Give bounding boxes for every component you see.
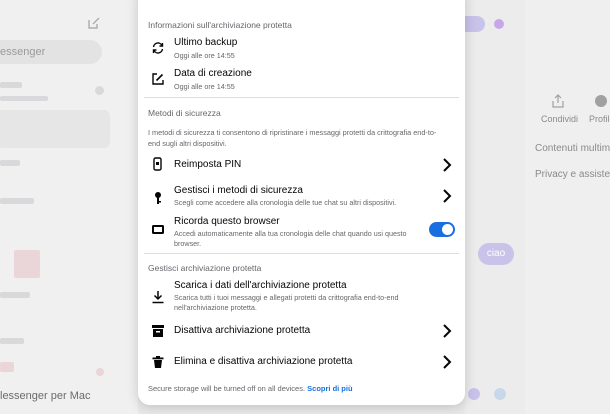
monitor-icon — [150, 222, 166, 238]
chat-list-panel: essenger lessenger per Mac — [0, 0, 138, 414]
security-description: I metodi di sicurezza ti consentono di r… — [148, 128, 437, 148]
remember-browser-toggle[interactable] — [429, 222, 455, 237]
manage-methods-title: Gestisci i metodi di sicurezza — [174, 185, 303, 196]
chevron-right-icon — [443, 158, 452, 172]
compose-icon[interactable] — [88, 17, 100, 29]
disable-storage-title: Disattiva archiviazione protetta — [174, 325, 311, 336]
avatar — [96, 368, 104, 376]
list-item[interactable] — [0, 160, 20, 166]
app-footer-label: lessenger per Mac — [0, 390, 91, 402]
download-icon — [150, 289, 166, 305]
divider — [144, 253, 459, 254]
secure-storage-dialog: Informazioni sull'archiviazione protetta… — [138, 0, 465, 405]
list-item[interactable] — [14, 250, 40, 278]
conversation-panel: ciao — [465, 0, 525, 414]
delete-storage-title: Elimina e disattiva archiviazione protet… — [174, 356, 353, 367]
section-title-info: Informazioni sull'archiviazione protetta — [148, 20, 292, 30]
like-icon[interactable] — [494, 388, 506, 400]
chevron-right-icon — [443, 355, 452, 369]
sync-icon — [150, 40, 166, 56]
trash-icon — [150, 354, 166, 370]
last-backup-sub: Oggi alle ore 14:55 — [174, 51, 235, 60]
phone-key-icon — [150, 156, 166, 172]
manage-methods-sub: Scegli come accedere alla cronologia del… — [174, 198, 397, 207]
media-item[interactable]: Contenuti multim — [535, 143, 610, 154]
list-item[interactable] — [0, 96, 48, 101]
download-data-title: Scarica i dati dell'archiviazione protet… — [174, 280, 347, 291]
reset-pin-title: Reimposta PIN — [174, 159, 242, 170]
remember-browser-sub: Accedi automaticamente alla tua cronolog… — [174, 229, 407, 248]
list-item[interactable] — [0, 362, 14, 372]
details-panel: Condividi Profilo Contenuti multim Priva… — [525, 0, 610, 414]
toggle-knob — [442, 224, 453, 235]
learn-more-link[interactable]: Scopri di più — [307, 384, 352, 393]
list-item[interactable] — [0, 338, 24, 344]
edit-icon — [150, 71, 166, 87]
share-icon[interactable] — [551, 94, 565, 108]
avatar — [494, 19, 504, 29]
download-data-sub: Scarica tutti i tuoi messaggi e allegati… — [174, 293, 399, 312]
selected-chat[interactable] — [0, 110, 110, 148]
creation-date-title: Data di creazione — [174, 68, 252, 79]
share-label: Condividi — [541, 114, 579, 124]
section-title-manage: Gestisci archiviazione protetta — [148, 263, 262, 273]
creation-date-sub: Oggi alle ore 14:55 — [174, 82, 235, 91]
footer-text: Secure storage will be turned off on all… — [148, 384, 306, 393]
key-icon — [150, 190, 166, 206]
emoji-icon[interactable] — [468, 388, 480, 400]
footer-note: Secure storage will be turned off on all… — [148, 384, 353, 393]
chevron-right-icon — [443, 324, 452, 338]
privacy-item[interactable]: Privacy e assisten — [535, 169, 610, 180]
list-item[interactable] — [0, 82, 22, 88]
section-title-security: Metodi di sicurezza — [148, 108, 221, 118]
last-backup-title: Ultimo backup — [174, 37, 238, 48]
chat-bubble: ciao — [478, 243, 514, 265]
search-placeholder: essenger — [0, 46, 46, 58]
list-item[interactable] — [0, 292, 30, 298]
remember-browser-title: Ricorda questo browser — [174, 216, 280, 227]
chevron-right-icon — [443, 189, 452, 203]
divider — [144, 97, 459, 98]
avatar — [95, 86, 104, 95]
list-item[interactable] — [0, 198, 34, 204]
profile-label: Profilo — [589, 114, 610, 124]
header-pill — [465, 16, 485, 32]
profile-icon[interactable] — [594, 94, 608, 108]
archive-icon — [150, 323, 166, 339]
